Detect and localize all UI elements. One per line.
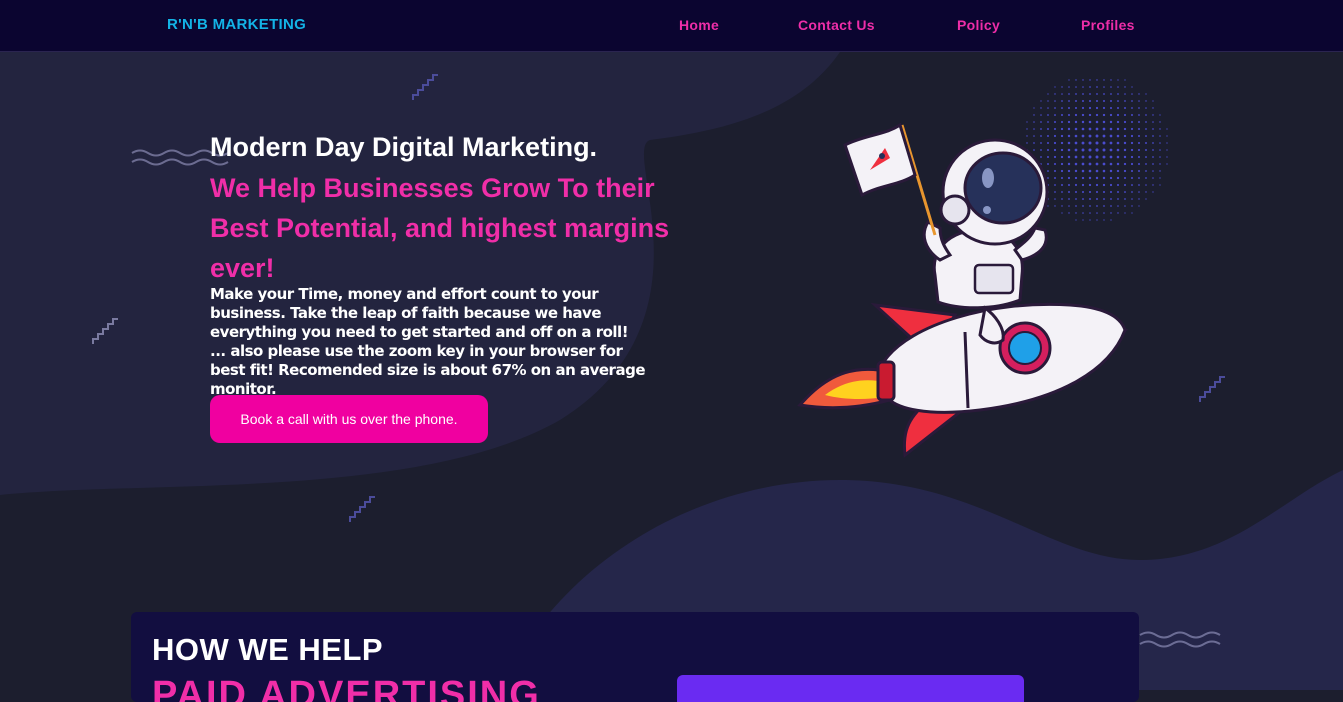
hero-description: Make your Time, money and effort count t… bbox=[210, 285, 660, 399]
background-decoration bbox=[0, 52, 1343, 690]
how-we-help-section: HOW WE HELP PAID ADVERTISING bbox=[131, 612, 1139, 702]
hero-description-line: ... also please use the zoom key in your… bbox=[210, 342, 646, 398]
brand-logo-link[interactable]: R'N'B MARKETING bbox=[167, 16, 306, 33]
paid-advertising-heading: PAID ADVERTISING bbox=[152, 674, 541, 702]
astronaut-rocket-illustration bbox=[797, 122, 1129, 458]
nav-link-policy[interactable]: Policy bbox=[957, 17, 1000, 33]
service-card bbox=[677, 675, 1024, 702]
hero-title: Modern Day Digital Marketing. bbox=[210, 132, 598, 162]
book-call-button[interactable]: Book a call with us over the phone. bbox=[210, 395, 488, 443]
hero-subtitle: We Help Businesses Grow To their Best Po… bbox=[210, 173, 670, 283]
how-we-help-heading: HOW WE HELP bbox=[152, 632, 384, 667]
nav-link-home[interactable]: Home bbox=[679, 17, 719, 33]
top-navbar: R'N'B MARKETING Home Contact Us Policy P… bbox=[0, 0, 1343, 52]
nav-link-contact-us[interactable]: Contact Us bbox=[798, 17, 875, 33]
nav-link-profiles[interactable]: Profiles bbox=[1081, 17, 1135, 33]
hero-description-line: Make your Time, money and effort count t… bbox=[210, 285, 629, 341]
